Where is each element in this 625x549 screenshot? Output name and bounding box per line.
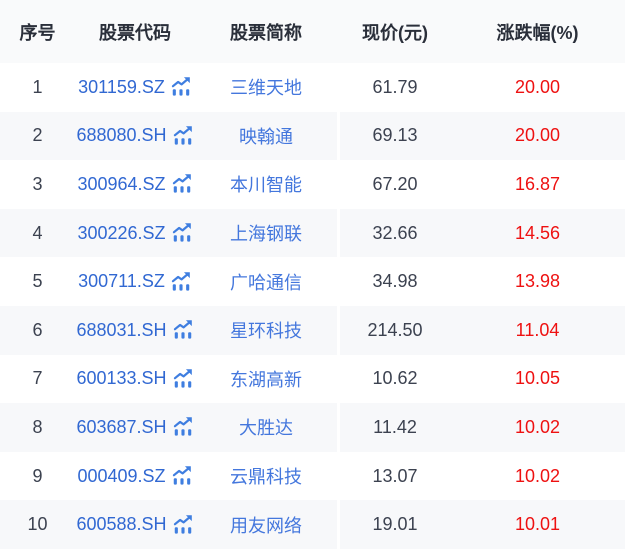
stock-name-link[interactable]: 星环科技 bbox=[195, 306, 337, 355]
stock-code-link[interactable]: 301159.SZ bbox=[78, 77, 165, 98]
price-cell: 32.66 bbox=[340, 209, 450, 258]
seq-cell: 8 bbox=[0, 403, 75, 452]
stock-name-link[interactable]: 云鼎科技 bbox=[195, 452, 337, 501]
table-row: 9 000409.SZ 云鼎科技 13.07 10.02 bbox=[0, 452, 625, 501]
trend-chart-icon[interactable] bbox=[172, 124, 194, 146]
code-cell: 603687.SH bbox=[75, 403, 195, 452]
price-cell: 61.79 bbox=[340, 63, 450, 112]
change-cell: 13.98 bbox=[450, 257, 625, 306]
trend-chart-icon[interactable] bbox=[170, 270, 192, 292]
stock-code-link[interactable]: 000409.SZ bbox=[77, 466, 165, 487]
trend-chart-icon[interactable] bbox=[172, 318, 194, 340]
change-cell: 20.00 bbox=[450, 63, 625, 112]
stock-name-link[interactable]: 大胜达 bbox=[195, 403, 337, 452]
seq-cell: 7 bbox=[0, 355, 75, 404]
stock-code-link[interactable]: 300711.SZ bbox=[78, 271, 165, 292]
trend-chart-icon[interactable] bbox=[171, 464, 193, 486]
header-seq: 序号 bbox=[0, 0, 75, 63]
trend-chart-icon[interactable] bbox=[172, 513, 194, 535]
table-row: 6 688031.SH 星环科技 214.50 11.04 bbox=[0, 306, 625, 355]
stock-code-link[interactable]: 300226.SZ bbox=[77, 223, 165, 244]
header-change: 涨跌幅(%) bbox=[450, 0, 625, 63]
price-cell: 69.13 bbox=[340, 112, 450, 161]
trend-chart-icon[interactable] bbox=[172, 367, 194, 389]
seq-cell: 2 bbox=[0, 112, 75, 161]
header-name: 股票简称 bbox=[195, 0, 337, 63]
seq-cell: 5 bbox=[0, 257, 75, 306]
stock-name-link[interactable]: 映翰通 bbox=[195, 112, 337, 161]
table-row: 7 600133.SH 东湖高新 10.62 10.05 bbox=[0, 355, 625, 404]
stock-code-link[interactable]: 300964.SZ bbox=[77, 174, 165, 195]
trend-chart-icon[interactable] bbox=[170, 75, 192, 97]
stock-code-link[interactable]: 603687.SH bbox=[76, 417, 166, 438]
code-cell: 301159.SZ bbox=[75, 63, 195, 112]
change-cell: 10.05 bbox=[450, 355, 625, 404]
stock-name-link[interactable]: 本川智能 bbox=[195, 160, 337, 209]
table-row: 10 600588.SH 用友网络 19.01 10.01 bbox=[0, 500, 625, 549]
price-cell: 11.42 bbox=[340, 403, 450, 452]
change-cell: 10.02 bbox=[450, 452, 625, 501]
code-cell: 688031.SH bbox=[75, 306, 195, 355]
stock-ranking-table: 序号 股票代码 股票简称 现价(元) 涨跌幅(%) 1 301159.SZ 三维… bbox=[0, 0, 625, 549]
price-cell: 34.98 bbox=[340, 257, 450, 306]
code-cell: 600133.SH bbox=[75, 355, 195, 404]
price-cell: 67.20 bbox=[340, 160, 450, 209]
seq-cell: 9 bbox=[0, 452, 75, 501]
table-row: 5 300711.SZ 广哈通信 34.98 13.98 bbox=[0, 257, 625, 306]
table-row: 1 301159.SZ 三维天地 61.79 20.00 bbox=[0, 63, 625, 112]
header-price: 现价(元) bbox=[340, 0, 450, 63]
stock-name-link[interactable]: 广哈通信 bbox=[195, 257, 337, 306]
stock-name-link[interactable]: 用友网络 bbox=[195, 500, 337, 549]
stock-code-link[interactable]: 600588.SH bbox=[76, 514, 166, 535]
stock-name-link[interactable]: 三维天地 bbox=[195, 63, 337, 112]
table-row: 8 603687.SH 大胜达 11.42 10.02 bbox=[0, 403, 625, 452]
change-cell: 14.56 bbox=[450, 209, 625, 258]
change-cell: 20.00 bbox=[450, 112, 625, 161]
code-cell: 300964.SZ bbox=[75, 160, 195, 209]
table-body: 1 301159.SZ 三维天地 61.79 20.00 2 688080.SH bbox=[0, 63, 625, 549]
seq-cell: 3 bbox=[0, 160, 75, 209]
table-row: 2 688080.SH 映翰通 69.13 20.00 bbox=[0, 112, 625, 161]
stock-name-link[interactable]: 上海钢联 bbox=[195, 209, 337, 258]
seq-cell: 10 bbox=[0, 500, 75, 549]
code-cell: 688080.SH bbox=[75, 112, 195, 161]
code-cell: 600588.SH bbox=[75, 500, 195, 549]
seq-cell: 1 bbox=[0, 63, 75, 112]
price-cell: 10.62 bbox=[340, 355, 450, 404]
code-cell: 300226.SZ bbox=[75, 209, 195, 258]
stock-code-link[interactable]: 600133.SH bbox=[76, 368, 166, 389]
price-cell: 13.07 bbox=[340, 452, 450, 501]
table-row: 4 300226.SZ 上海钢联 32.66 14.56 bbox=[0, 209, 625, 258]
stock-code-link[interactable]: 688080.SH bbox=[76, 125, 166, 146]
stock-name-link[interactable]: 东湖高新 bbox=[195, 355, 337, 404]
table-row: 3 300964.SZ 本川智能 67.20 16.87 bbox=[0, 160, 625, 209]
seq-cell: 6 bbox=[0, 306, 75, 355]
trend-chart-icon[interactable] bbox=[172, 415, 194, 437]
code-cell: 300711.SZ bbox=[75, 257, 195, 306]
seq-cell: 4 bbox=[0, 209, 75, 258]
change-cell: 10.01 bbox=[450, 500, 625, 549]
stock-code-link[interactable]: 688031.SH bbox=[76, 320, 166, 341]
price-cell: 19.01 bbox=[340, 500, 450, 549]
code-cell: 000409.SZ bbox=[75, 452, 195, 501]
change-cell: 10.02 bbox=[450, 403, 625, 452]
change-cell: 16.87 bbox=[450, 160, 625, 209]
header-code: 股票代码 bbox=[75, 0, 195, 63]
trend-chart-icon[interactable] bbox=[171, 172, 193, 194]
table-header: 序号 股票代码 股票简称 现价(元) 涨跌幅(%) bbox=[0, 0, 625, 63]
price-cell: 214.50 bbox=[340, 306, 450, 355]
change-cell: 11.04 bbox=[450, 306, 625, 355]
trend-chart-icon[interactable] bbox=[171, 221, 193, 243]
